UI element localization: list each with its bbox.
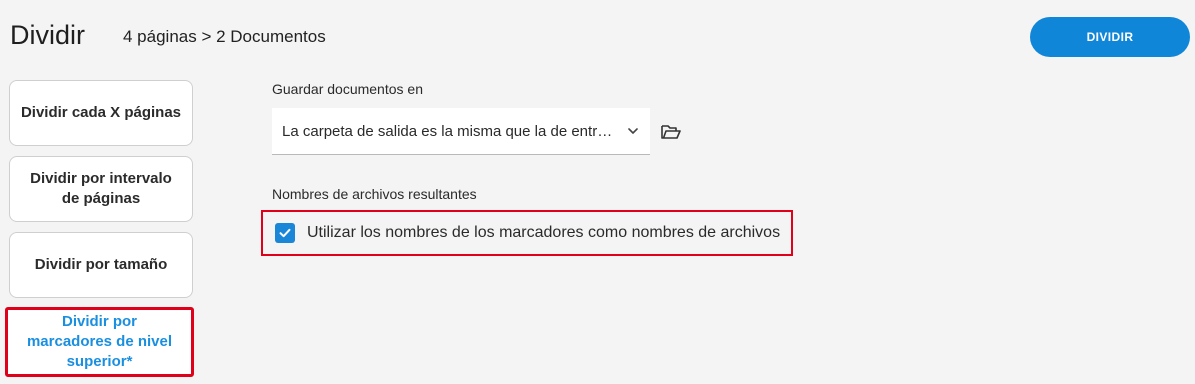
use-bookmark-names-label: Utilizar los nombres de los marcadores c… xyxy=(307,224,781,241)
page-count-summary: 4 páginas > 2 Documentos xyxy=(123,27,326,46)
use-bookmark-names-checkbox[interactable] xyxy=(275,223,295,243)
page-title: Dividir xyxy=(10,20,86,50)
split-mode-label: Dividir por marcadores de nivel superior… xyxy=(26,313,173,370)
split-mode-label: Dividir por intervalo de páginas xyxy=(30,170,172,207)
split-mode-page-range[interactable]: Dividir por intervalo de páginas xyxy=(9,156,193,222)
output-folder-label: Guardar documentos en xyxy=(272,81,423,97)
filenames-section-label: Nombres de archivos resultantes xyxy=(272,186,477,202)
split-mode-label: Dividir cada X páginas xyxy=(20,104,182,121)
split-mode-by-bookmarks[interactable]: Dividir por marcadores de nivel superior… xyxy=(5,307,194,377)
split-button[interactable]: DIVIDIR xyxy=(1030,17,1190,57)
chevron-down-icon xyxy=(628,128,638,134)
output-folder-select[interactable]: La carpeta de salida es la misma que la … xyxy=(272,108,650,155)
split-mode-every-x-pages[interactable]: Dividir cada X páginas xyxy=(9,80,193,146)
use-bookmark-names-option[interactable]: Utilizar los nombres de los marcadores c… xyxy=(261,210,793,256)
browse-folder-button[interactable] xyxy=(659,121,683,143)
folder-open-icon xyxy=(661,125,681,139)
output-folder-value: La carpeta de salida es la misma que la … xyxy=(282,122,620,140)
checkmark-icon xyxy=(279,228,291,238)
split-mode-by-size[interactable]: Dividir por tamaño xyxy=(9,232,193,298)
split-mode-label: Dividir por tamaño xyxy=(34,256,168,273)
